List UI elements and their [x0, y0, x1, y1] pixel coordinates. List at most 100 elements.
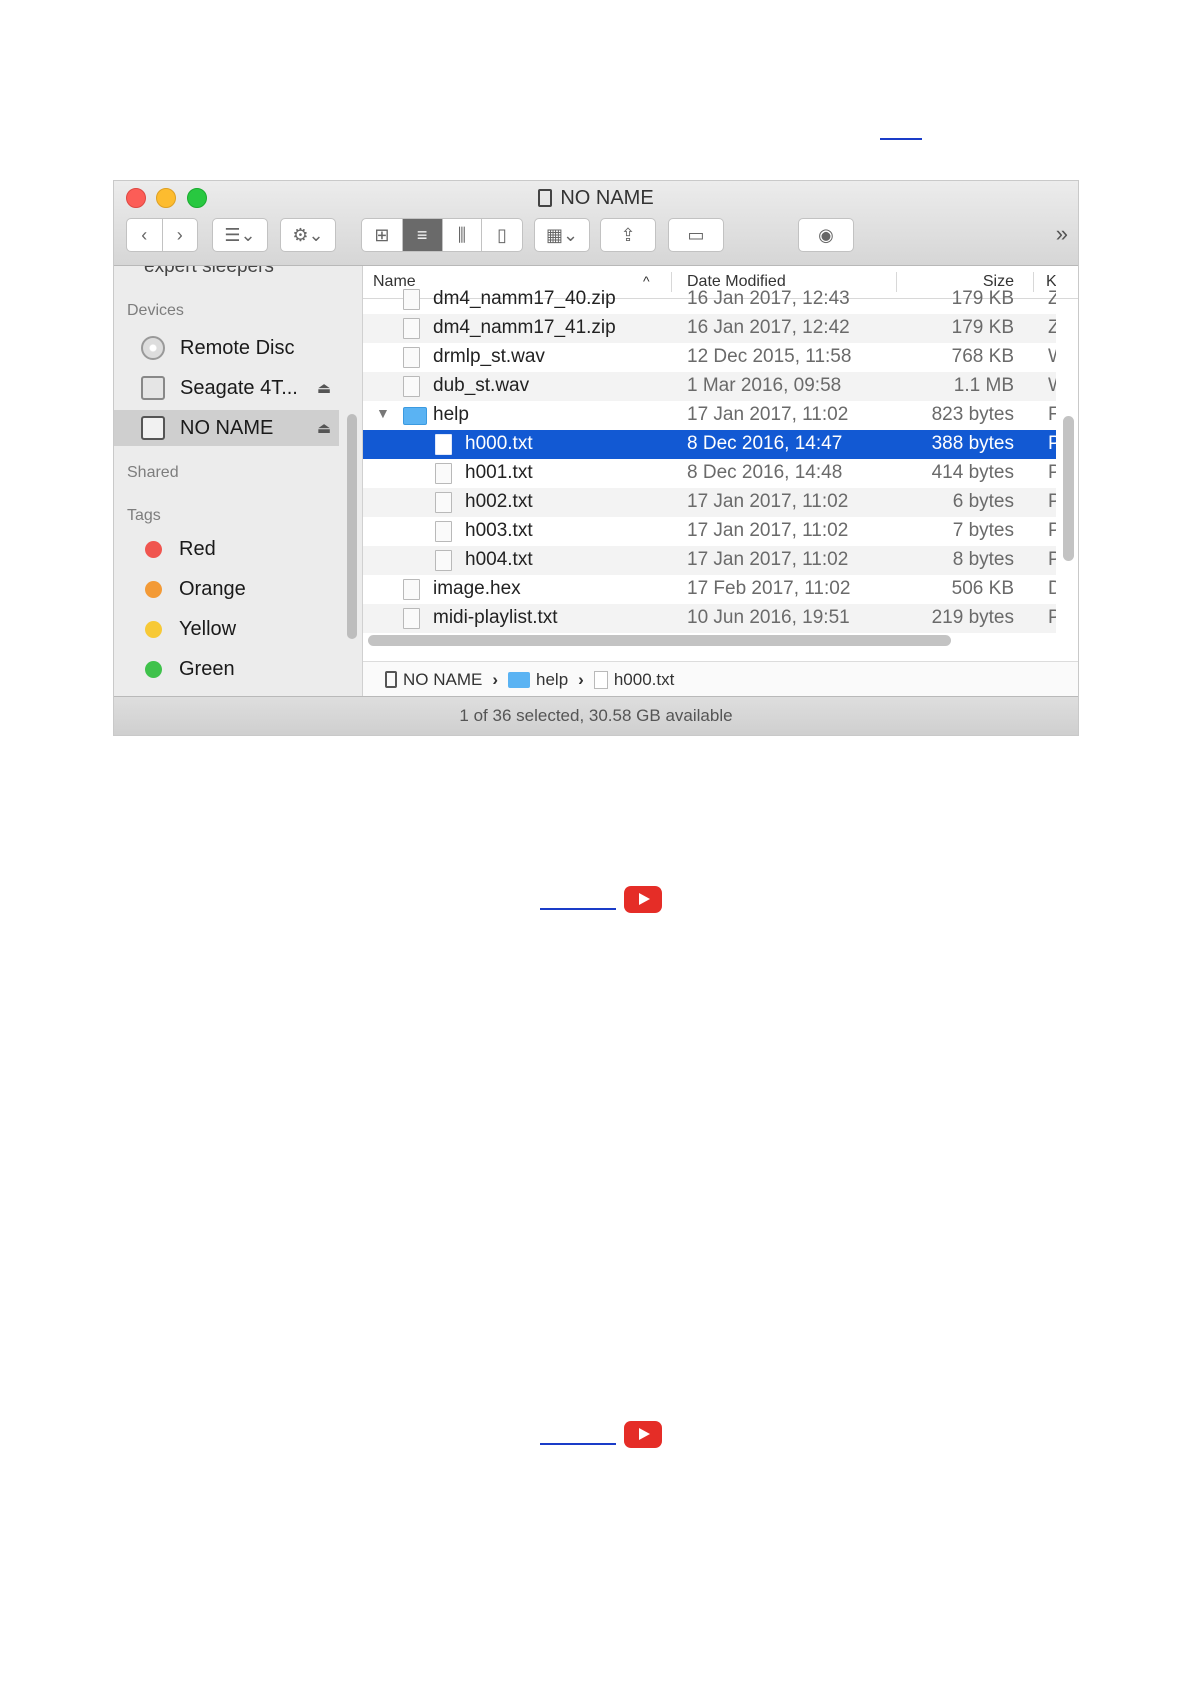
path-item[interactable]: h000.txt [614, 670, 675, 690]
back-button[interactable]: ‹ [127, 219, 163, 251]
sidebar-tag-orange[interactable]: Orange [114, 571, 339, 607]
horizontal-scrollbar[interactable] [368, 635, 951, 646]
forward-button[interactable]: › [163, 219, 198, 251]
youtube-link-1[interactable] [540, 886, 662, 916]
file-name: h004.txt [465, 549, 533, 570]
file-size: 179 KB [951, 288, 1014, 309]
share-icon: ⇪ [620, 224, 636, 245]
doc-file-icon [403, 579, 420, 600]
file-name: drmlp_st.wav [433, 346, 545, 367]
view-switcher: ⊞ ≡ ⫼ ▯ [361, 218, 523, 252]
file-row[interactable]: drmlp_st.wav 12 Dec 2015, 11:58 768 KB W [363, 343, 1056, 372]
youtube-link-2[interactable] [540, 1421, 662, 1451]
path-item[interactable]: NO NAME [403, 670, 482, 690]
file-size: 506 KB [951, 578, 1014, 599]
eject-icon[interactable]: ⏏ [317, 379, 331, 397]
toolbar-overflow-button[interactable]: » [1056, 221, 1068, 247]
file-size: 219 bytes [931, 607, 1014, 628]
file-row[interactable]: h002.txt 17 Jan 2017, 11:02 6 bytes P [363, 488, 1056, 517]
file-kind: D [1048, 578, 1056, 600]
video-link-underline[interactable] [540, 908, 616, 910]
arrange-button[interactable]: ☰⌄ [212, 218, 268, 252]
text-file-icon [435, 463, 452, 484]
column-view-button[interactable]: ⫼ [443, 219, 483, 251]
sidebar-tag-red[interactable]: Red [114, 531, 339, 567]
sidebar-item-no-name[interactable]: NO NAME ⏏ [114, 410, 339, 446]
file-row[interactable]: dm4_namm17_40.zip 16 Jan 2017, 12:43 179 K… [363, 285, 1056, 314]
quick-look-button[interactable]: ◉ [798, 218, 854, 252]
file-kind: P [1048, 433, 1056, 455]
file-size: 414 bytes [931, 462, 1014, 483]
file-size: 768 KB [951, 346, 1014, 367]
cover-flow-icon: ▯ [497, 224, 508, 245]
chevron-double-right-icon: » [1055, 221, 1068, 246]
file-row[interactable]: h001.txt 8 Dec 2016, 14:48 414 bytes P [363, 459, 1056, 488]
text-file-icon [435, 492, 452, 513]
sd-card-icon [385, 671, 397, 688]
file-kind: P [1048, 549, 1056, 571]
file-kind: P [1048, 520, 1056, 542]
file-size: 7 bytes [952, 520, 1014, 541]
file-size: 388 bytes [931, 433, 1014, 454]
file-name: midi-playlist.txt [433, 607, 558, 628]
list-view-button[interactable]: ≡ [402, 219, 443, 251]
path-item[interactable]: help [536, 670, 568, 690]
sidebar-item-label: Seagate 4T... [180, 376, 298, 399]
text-file-icon [435, 521, 452, 542]
group-button[interactable]: ▦⌄ [534, 218, 590, 252]
file-row[interactable]: image.hex 17 Feb 2017, 11:02 506 KB D [363, 575, 1056, 604]
sidebar-item-seagate[interactable]: Seagate 4T... ⏏ [114, 370, 339, 406]
tag-icon: ▭ [687, 224, 705, 245]
youtube-play-icon[interactable] [624, 886, 662, 913]
orange-tag-dot-icon [145, 580, 162, 598]
tags-header: Tags [127, 507, 161, 524]
file-size: 6 bytes [952, 491, 1014, 512]
devices-header: Devices [127, 302, 184, 319]
file-kind: P [1048, 607, 1056, 629]
sidebar-tag-yellow[interactable]: Yellow [114, 611, 339, 647]
window-title-text: NO NAME [560, 187, 654, 209]
window-title: NO NAME [114, 187, 1078, 210]
tag-label: Orange [179, 577, 246, 600]
sidebar-tag-green[interactable]: Green [114, 651, 339, 687]
file-row[interactable]: h000.txt 8 Dec 2016, 14:47 388 bytes P [363, 430, 1056, 459]
top-link[interactable] [880, 118, 922, 140]
arrange-icon: ☰⌄ [224, 224, 256, 245]
eject-icon[interactable]: ⏏ [317, 419, 331, 437]
file-row[interactable]: h004.txt 17 Jan 2017, 11:02 8 bytes P [363, 546, 1056, 575]
cover-flow-button[interactable]: ▯ [482, 219, 522, 251]
folder-icon [508, 671, 531, 688]
text-file-icon [435, 550, 452, 571]
disclosure-triangle-icon[interactable]: ▼ [376, 405, 390, 421]
columns-icon: ⫼ [457, 224, 467, 245]
sidebar-item-expert-sleepers[interactable]: expert sleepers [144, 266, 274, 278]
sidebar-item-remote-disc[interactable]: Remote Disc [114, 330, 339, 366]
file-name: h002.txt [465, 491, 533, 512]
tags-button[interactable]: ▭ [668, 218, 724, 252]
file-date: 16 Jan 2017, 12:43 [687, 288, 850, 309]
share-button[interactable]: ⇪ [600, 218, 656, 252]
video-link-underline[interactable] [540, 1443, 616, 1445]
zip-file-icon [403, 318, 420, 339]
icon-view-button[interactable]: ⊞ [362, 219, 403, 251]
file-size: 1.1 MB [953, 375, 1014, 396]
file-row[interactable]: h003.txt 17 Jan 2017, 11:02 7 bytes P [363, 517, 1056, 546]
hard-drive-icon [141, 376, 165, 400]
shared-header: Shared [127, 464, 179, 481]
file-row[interactable]: dub_st.wav 1 Mar 2016, 09:58 1.1 MB W [363, 372, 1056, 401]
titlebar: NO NAME ‹ › ☰⌄ ⚙⌄ ⊞ ≡ ⫼ ▯ ▦⌄ ⇪ ▭ ◉ » [114, 181, 1078, 266]
sidebar-scrollbar[interactable] [347, 414, 357, 639]
file-row[interactable]: ▼ help 17 Jan 2017, 11:02 823 bytes F [363, 401, 1056, 430]
file-row[interactable]: midi-playlist.txt 10 Jun 2016, 19:51 219 b… [363, 604, 1056, 633]
path-separator: › [578, 669, 584, 689]
file-name: dm4_namm17_40.zip [433, 288, 616, 309]
file-name: h001.txt [465, 462, 533, 483]
text-file-icon [435, 434, 452, 455]
vertical-scrollbar[interactable] [1063, 416, 1074, 561]
file-name: dm4_namm17_41.zip [433, 317, 616, 338]
youtube-play-icon[interactable] [624, 1421, 662, 1448]
tag-label: Red [179, 537, 216, 560]
file-row[interactable]: dm4_namm17_41.zip 16 Jan 2017, 12:42 179 K… [363, 314, 1056, 343]
path-bar: NO NAME › help › h000.txt [363, 661, 1078, 696]
action-button[interactable]: ⚙⌄ [280, 218, 336, 252]
